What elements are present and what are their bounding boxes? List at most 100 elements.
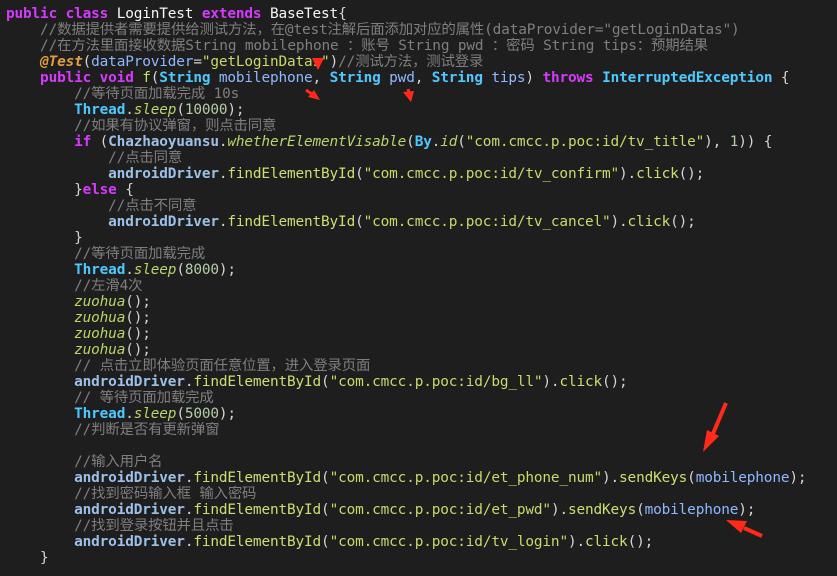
code-token: ( bbox=[406, 134, 415, 150]
code-token: ). bbox=[550, 502, 568, 518]
code-token: "com.cmcc.p.poc:id/bg_ll" bbox=[329, 374, 543, 390]
code-line[interactable]: androidDriver.findElementById("com.cmcc.… bbox=[6, 214, 806, 230]
code-token: ); bbox=[227, 102, 245, 118]
code-line[interactable]: if (Chazhaoyuansu.whetherElementVisable(… bbox=[6, 134, 806, 150]
code-line[interactable]: //在方法里面接收数据String mobilephone ：账号 String… bbox=[6, 38, 806, 54]
code-token: if bbox=[6, 134, 100, 150]
code-token: . bbox=[431, 134, 441, 150]
code-line[interactable]: Thread.sleep(10000); bbox=[6, 102, 806, 118]
code-line[interactable]: //数据提供者需要提供给测试方法，在@test注解后面添加对应的属性(dataP… bbox=[6, 22, 806, 38]
code-token: ( bbox=[176, 406, 185, 422]
code-token: sleep bbox=[133, 262, 177, 278]
code-token: "com.cmcc.p.poc:id/et_phone_num" bbox=[329, 470, 603, 486]
code-line[interactable]: androidDriver.findElementById("com.cmcc.… bbox=[6, 470, 806, 486]
code-token: whetherElementVisable bbox=[227, 134, 407, 150]
code-token: ), bbox=[704, 134, 730, 150]
code-token: zuohua bbox=[74, 294, 126, 310]
code-token: else bbox=[82, 182, 126, 198]
code-token: , bbox=[312, 70, 330, 86]
code-token: (); bbox=[125, 326, 151, 342]
code-token: findElementById bbox=[193, 374, 322, 390]
code-token: } bbox=[6, 550, 49, 566]
code-token: 5000 bbox=[184, 406, 219, 422]
code-token: InterruptedException bbox=[602, 70, 773, 86]
code-line[interactable]: androidDriver.findElementById("com.cmcc.… bbox=[6, 534, 806, 550]
code-line[interactable]: public class LoginTest extends BaseTest{ bbox=[6, 6, 806, 22]
code-token: ( bbox=[82, 54, 92, 70]
code-token: "getLoginDatas" bbox=[201, 54, 330, 70]
code-token: //数据提供者需要提供给测试方法，在@test注解后面添加对应的属性(dataP… bbox=[6, 22, 740, 38]
code-token: ). bbox=[619, 166, 637, 182]
code-line[interactable]: // 等待页面加载完成 bbox=[6, 390, 806, 406]
code-line[interactable]: Thread.sleep(8000); bbox=[6, 262, 806, 278]
code-line[interactable]: //如果有协议弹窗，则点击同意 bbox=[6, 118, 806, 134]
code-token: mobilephone bbox=[695, 470, 790, 486]
code-token: String bbox=[431, 70, 492, 86]
code-line[interactable] bbox=[6, 438, 806, 454]
code-token: sendKeys bbox=[619, 470, 688, 486]
code-token: . bbox=[125, 262, 134, 278]
code-line[interactable]: zuohua(); bbox=[6, 326, 806, 342]
code-token: sleep bbox=[133, 102, 177, 118]
code-token: zuohua bbox=[74, 342, 126, 358]
code-token: zuohua bbox=[74, 326, 126, 342]
code-token: sleep bbox=[133, 406, 177, 422]
code-token: ). bbox=[542, 374, 560, 390]
code-line[interactable]: //点击不同意 bbox=[6, 198, 806, 214]
code-token: ) bbox=[525, 70, 543, 86]
code-token: LoginTest bbox=[116, 6, 202, 22]
code-token: findElementById bbox=[193, 534, 322, 550]
code-line[interactable]: //左滑4次 bbox=[6, 278, 806, 294]
code-token: //判断是否有更新弹窗 bbox=[6, 422, 220, 438]
code-token: ). bbox=[602, 470, 620, 486]
code-line[interactable]: //点击同意 bbox=[6, 150, 806, 166]
code-token: //找到登录按钮并且点击 bbox=[6, 518, 234, 534]
code-area[interactable]: public class LoginTest extends BaseTest{… bbox=[6, 6, 807, 566]
code-token: { bbox=[338, 6, 347, 22]
code-line[interactable]: zuohua(); bbox=[6, 294, 806, 310]
code-token: ( bbox=[355, 214, 364, 230]
code-token: extends bbox=[201, 6, 270, 22]
code-token: click bbox=[636, 166, 679, 182]
code-line[interactable]: //等待页面加载完成 10s bbox=[6, 86, 806, 102]
code-token: )) { bbox=[738, 134, 773, 150]
code-line[interactable]: androidDriver.findElementById("com.cmcc.… bbox=[6, 166, 806, 182]
code-token: { bbox=[125, 182, 134, 198]
code-line[interactable]: androidDriver.findElementById("com.cmcc.… bbox=[6, 502, 806, 518]
code-line[interactable]: Thread.sleep(5000); bbox=[6, 406, 806, 422]
code-token: throws bbox=[542, 70, 603, 86]
code-token: "com.cmcc.p.poc:id/tv_title" bbox=[465, 134, 705, 150]
code-token: click bbox=[627, 214, 671, 230]
code-token: (); bbox=[125, 310, 151, 326]
code-editor[interactable]: public class LoginTest extends BaseTest{… bbox=[0, 0, 837, 576]
code-token: String bbox=[329, 70, 390, 86]
code-line[interactable]: //找到密码输入框 输入密码 bbox=[6, 486, 806, 502]
code-line[interactable]: public void f(String mobilephone, String… bbox=[6, 70, 806, 86]
code-line[interactable]: androidDriver.findElementById("com.cmcc.… bbox=[6, 374, 806, 390]
code-line[interactable]: // 点击立即体验页面任意位置，进入登录页面 bbox=[6, 358, 806, 374]
code-token: 1 bbox=[729, 134, 739, 150]
code-line[interactable]: @Test(dataProvider="getLoginDatas")//测试方… bbox=[6, 54, 806, 70]
code-token: findElementById bbox=[227, 214, 356, 230]
code-token: pwd bbox=[389, 70, 415, 86]
code-line[interactable]: zuohua(); bbox=[6, 310, 806, 326]
code-token: @Test bbox=[6, 54, 83, 70]
code-token: androidDriver bbox=[74, 374, 185, 390]
code-token: 10000 bbox=[184, 102, 228, 118]
code-token: //等待页面加载完成 bbox=[6, 246, 206, 262]
code-line[interactable]: } bbox=[6, 550, 806, 566]
code-line[interactable]: //判断是否有更新弹窗 bbox=[6, 422, 806, 438]
code-line[interactable]: //找到登录按钮并且点击 bbox=[6, 518, 806, 534]
code-line[interactable]: }else { bbox=[6, 182, 806, 198]
code-line[interactable]: //等待页面加载完成 bbox=[6, 246, 806, 262]
code-token: // 等待页面加载完成 bbox=[6, 390, 214, 406]
code-line[interactable]: zuohua(); bbox=[6, 342, 806, 358]
code-line[interactable]: //输入用户名 bbox=[6, 454, 806, 470]
code-line[interactable]: } bbox=[6, 230, 806, 246]
